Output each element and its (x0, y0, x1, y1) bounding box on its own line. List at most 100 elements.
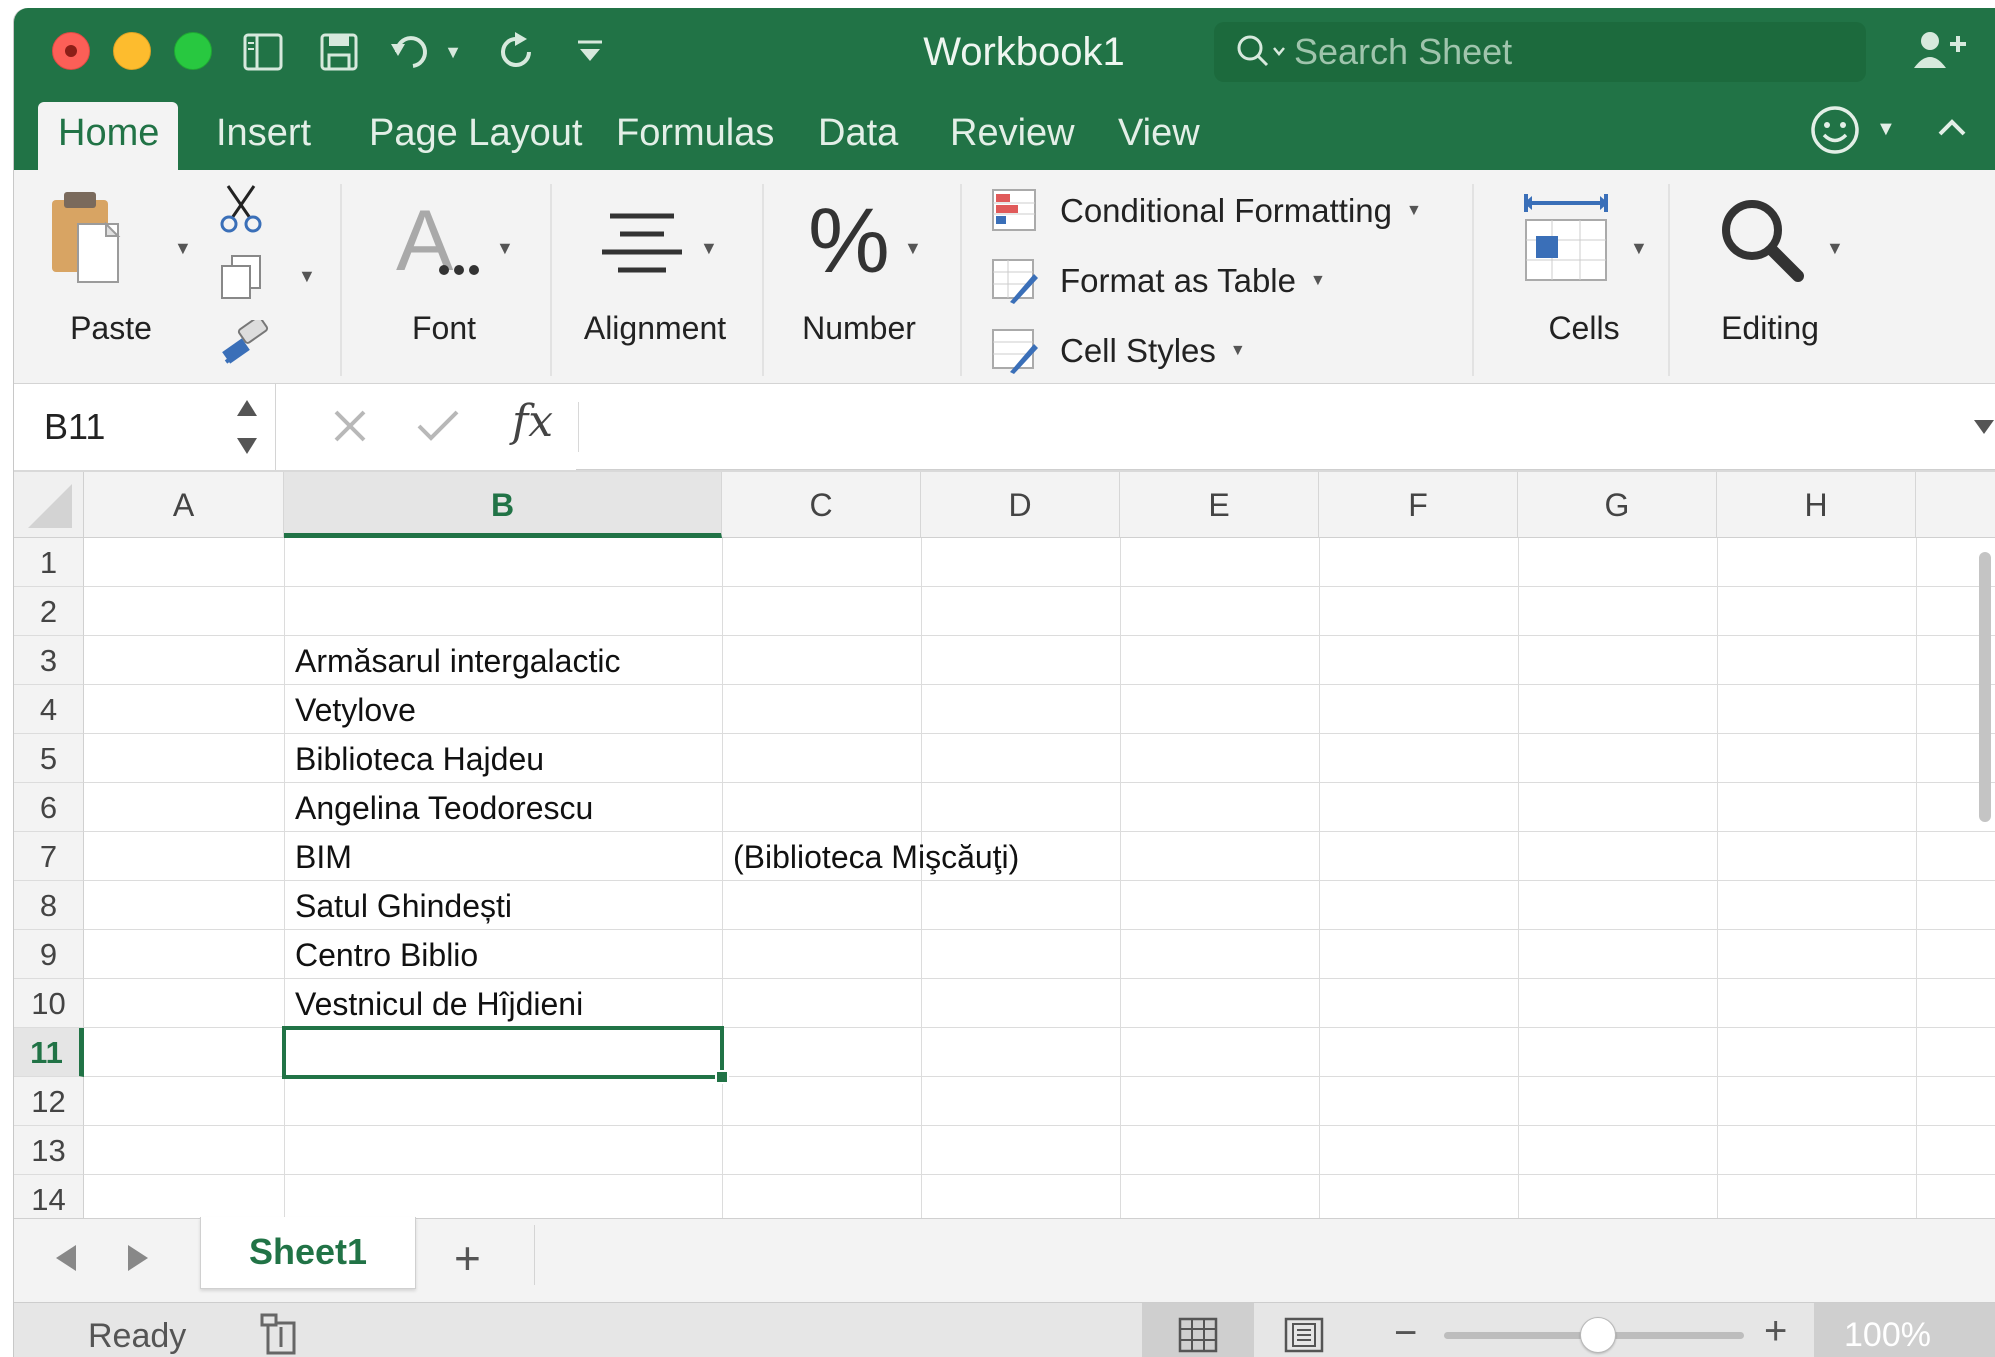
fill-handle[interactable] (715, 1070, 729, 1084)
sidebar-toggle-button[interactable] (236, 26, 290, 78)
zoom-out-button[interactable]: − (1394, 1311, 1417, 1356)
tab-view[interactable]: View (1098, 102, 1220, 170)
previous-sheet-icon[interactable] (54, 1243, 78, 1273)
cancel-entry-icon[interactable] (332, 408, 368, 444)
cell-styles-button[interactable]: Cell Styles ▼ (990, 326, 1246, 376)
cells-label: Cells (1548, 310, 1620, 346)
share-user-icon[interactable] (1914, 30, 1966, 70)
chevron-down-icon[interactable]: ▼ (1876, 118, 1896, 141)
name-box[interactable]: B11 (14, 384, 276, 470)
zoom-slider-thumb[interactable] (1580, 1317, 1616, 1353)
magnifier-icon (1722, 200, 1804, 282)
column-header-d[interactable]: D (921, 472, 1120, 538)
page-layout-view-icon[interactable] (1284, 1317, 1324, 1353)
cell-b7[interactable]: BIM (286, 832, 352, 881)
tab-page-layout[interactable]: Page Layout (349, 102, 602, 170)
cell-b9[interactable]: Centro Biblio (286, 930, 478, 979)
format-as-table-button[interactable]: Format as Table ▼ (990, 256, 1326, 306)
chevron-down-icon: ▼ (904, 238, 922, 258)
select-all-button[interactable] (14, 472, 84, 538)
cut-icon[interactable] (218, 184, 264, 234)
column-header-g[interactable]: G (1518, 472, 1717, 538)
cell-b6[interactable]: Angelina Teodorescu (286, 783, 593, 832)
group-divider (1668, 184, 1670, 376)
formula-input[interactable] (578, 402, 1958, 452)
row-header-10[interactable]: 10 (14, 979, 84, 1028)
alignment-group-button[interactable]: ▼ Alignment (570, 188, 740, 368)
row-header-11[interactable]: 11 (14, 1028, 84, 1077)
row-header-6[interactable]: 6 (14, 783, 84, 832)
grid-line (722, 538, 723, 1218)
row-header-7[interactable]: 7 (14, 832, 84, 881)
insert-function-button[interactable]: fx (512, 396, 553, 447)
row-header-8[interactable]: 8 (14, 881, 84, 930)
cell-b3[interactable]: Armăsarul intergalactic (286, 636, 620, 685)
tab-formulas[interactable]: Formulas (596, 102, 794, 170)
minimize-window-button[interactable] (113, 32, 151, 70)
status-bar: Ready − + 100% (14, 1302, 1995, 1357)
format-painter-icon[interactable] (220, 320, 270, 366)
next-sheet-icon[interactable] (126, 1243, 150, 1273)
zoom-level-button[interactable]: 100% (1814, 1303, 1995, 1357)
name-box-stepper-icon[interactable] (236, 398, 258, 456)
redo-button[interactable] (490, 26, 544, 78)
grid-view-icon (1178, 1317, 1218, 1353)
row-header-12[interactable]: 12 (14, 1077, 84, 1126)
font-group-button[interactable]: A ▼ Font (384, 188, 524, 368)
feedback-smiley-icon[interactable] (1809, 104, 1861, 156)
tab-data[interactable]: Data (798, 102, 918, 170)
row-header-3[interactable]: 3 (14, 636, 84, 685)
column-header-a[interactable]: A (84, 472, 284, 538)
confirm-entry-icon[interactable] (416, 408, 460, 444)
conditional-formatting-button[interactable]: Conditional Formatting ▼ (990, 186, 1422, 236)
zoom-in-button[interactable]: + (1764, 1309, 1787, 1354)
column-header-h[interactable]: H (1717, 472, 1916, 538)
sheet-tab-sheet1[interactable]: Sheet1 (200, 1217, 416, 1289)
row-header-4[interactable]: 4 (14, 685, 84, 734)
search-box[interactable] (1214, 22, 1866, 82)
customize-toolbar-button[interactable] (570, 26, 610, 78)
macro-record-icon[interactable] (258, 1313, 304, 1357)
save-button[interactable] (312, 26, 366, 78)
tab-review[interactable]: Review (930, 102, 1095, 170)
cell-b8[interactable]: Satul Ghindești (286, 881, 512, 930)
paste-button[interactable]: ▼ Paste (46, 188, 192, 368)
collapse-ribbon-icon[interactable] (1934, 110, 1970, 146)
close-window-button[interactable] (52, 32, 90, 70)
vertical-scrollbar[interactable] (1979, 552, 1991, 822)
row-header-9[interactable]: 9 (14, 930, 84, 979)
cell-b10[interactable]: Vestnicul de Hîjdieni (286, 979, 583, 1028)
search-input[interactable] (1294, 30, 1834, 74)
copy-icon[interactable] (220, 254, 264, 300)
sidebar-toggle-icon (243, 33, 283, 71)
undo-button[interactable] (386, 26, 440, 78)
column-header-b[interactable]: B (284, 472, 722, 538)
active-cell-b11[interactable] (282, 1026, 724, 1079)
undo-dropdown[interactable]: ▼ (440, 26, 466, 78)
cells-group-button[interactable]: ▼ Cells (1500, 188, 1650, 368)
column-header-f[interactable]: F (1319, 472, 1518, 538)
chevron-down-icon: ▼ (1229, 342, 1246, 359)
add-sheet-button[interactable]: + (454, 1235, 481, 1281)
expand-formula-bar-icon[interactable] (1974, 418, 1994, 436)
tab-home[interactable]: Home (38, 102, 178, 170)
group-divider (762, 184, 764, 376)
row-header-2[interactable]: 2 (14, 587, 84, 636)
row-header-13[interactable]: 13 (14, 1126, 84, 1175)
cell-styles-icon (992, 329, 1038, 374)
row-header-1[interactable]: 1 (14, 538, 84, 587)
maximize-window-button[interactable] (174, 32, 212, 70)
normal-view-button[interactable] (1142, 1303, 1254, 1357)
column-header-e[interactable]: E (1120, 472, 1319, 538)
worksheet-grid[interactable]: ABCDEFGH 1 2 3 4 5 6 7 8 9 10 11 12 13 14 Armăsarul i… (14, 470, 1995, 1218)
column-header-c[interactable]: C (722, 472, 921, 538)
row-header-5[interactable]: 5 (14, 734, 84, 783)
copy-dropdown-chevron-icon[interactable]: ▼ (298, 266, 316, 287)
row-header-14[interactable]: 14 (14, 1175, 84, 1218)
editing-group-button[interactable]: ▼ Editing (1696, 188, 1846, 368)
cell-b5[interactable]: Biblioteca Hajdeu (286, 734, 544, 783)
tab-insert[interactable]: Insert (196, 102, 331, 170)
cell-b4[interactable]: Vetylove (286, 685, 416, 734)
number-group-button[interactable]: % ▼ Number (784, 188, 944, 368)
cell-c7[interactable]: (Biblioteca Mişcăuţi) (724, 832, 1019, 881)
